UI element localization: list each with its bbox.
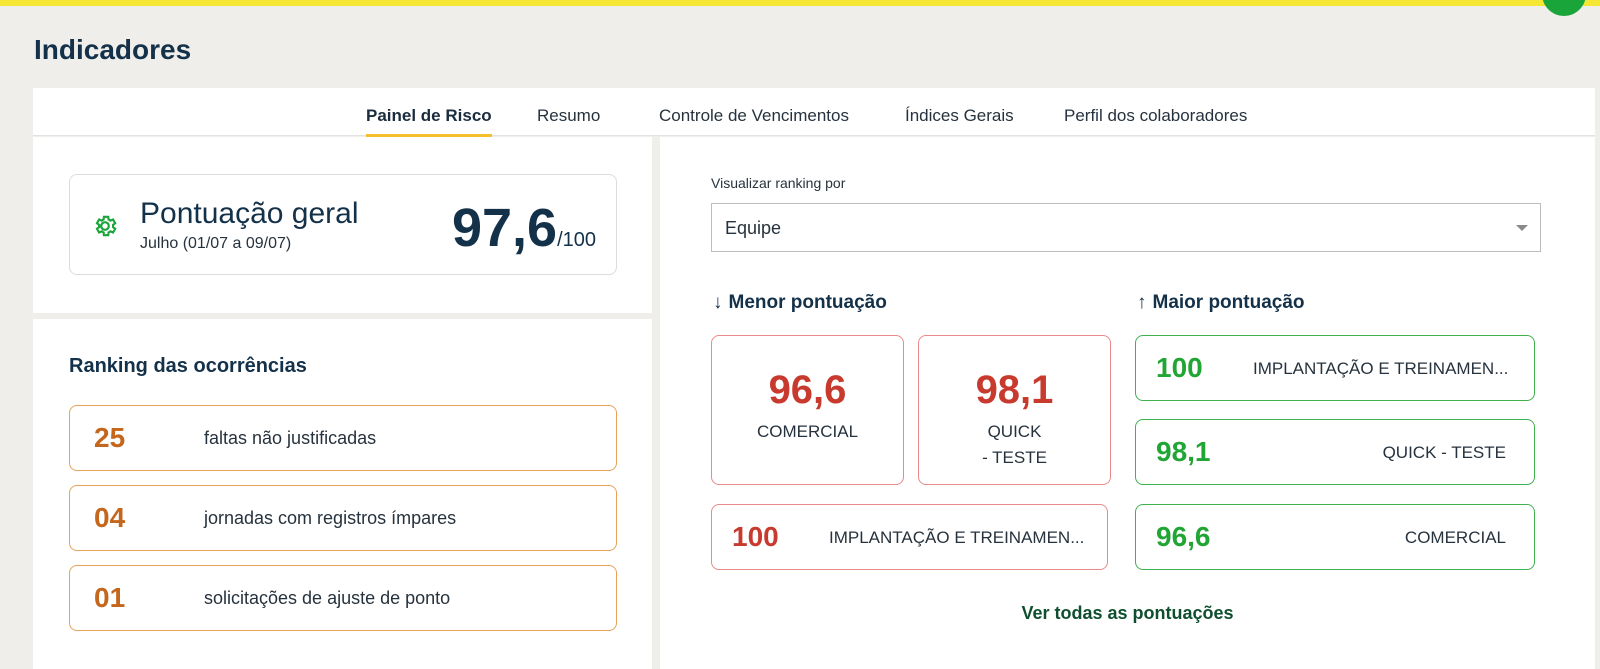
team-name-line: - TESTE	[982, 448, 1047, 467]
team-name-line: QUICK	[987, 422, 1042, 441]
team-name: QUICK - TESTE	[919, 419, 1110, 471]
ranking-view-selected: Equipe	[725, 218, 782, 238]
team-name: COMERCIAL	[756, 422, 859, 441]
chevron-down-icon	[1516, 225, 1528, 231]
team-score: 98,1	[1156, 436, 1211, 467]
occurrence-count: 04	[94, 502, 126, 533]
occurrence-item[interactable]: 04 jornadas com registros ímpares	[69, 485, 617, 551]
team-score: 96,6	[1156, 521, 1211, 552]
team-name: COMERCIAL	[1404, 528, 1506, 547]
tab-painel-de-risco[interactable]: Painel de Risco	[366, 106, 492, 137]
arrow-down-icon: ↓	[713, 292, 723, 313]
occurrence-text: faltas não justificadas	[204, 428, 377, 448]
overall-score-value: 97,6/100	[452, 197, 596, 259]
team-name: IMPLANTAÇÃO E TREINAMEN...	[1253, 359, 1509, 378]
occurrence-count: 25	[94, 422, 126, 453]
score-panel: Pontuação geral Julho (01/07 a 09/07) 97…	[33, 137, 652, 313]
overall-score-label: Pontuação geral	[140, 197, 359, 230]
ranking-view-select[interactable]: Equipe	[711, 203, 1541, 252]
tab-indices-gerais[interactable]: Índices Gerais	[905, 106, 1014, 134]
tab-perfil-dos-colaboradores[interactable]: Perfil dos colaboradores	[1064, 106, 1247, 134]
gear-icon	[95, 215, 117, 237]
team-score: 100	[732, 521, 779, 552]
overall-score-period: Julho (01/07 a 09/07)	[140, 235, 292, 252]
highest-score-label: Maior pontuação	[1152, 292, 1305, 313]
occurrence-text: solicitações de ajuste de ponto	[204, 588, 451, 608]
highest-score-row[interactable]: 98,1 QUICK - TESTE	[1135, 419, 1535, 485]
score-max: /100	[557, 229, 596, 251]
team-score: 96,6	[768, 368, 847, 412]
team-score: 98,1	[975, 368, 1054, 412]
occurrence-item[interactable]: 25 faltas não justificadas	[69, 405, 617, 471]
lowest-score-card[interactable]: 96,6 COMERCIAL	[711, 335, 904, 485]
ranking-title: Ranking das ocorrências	[69, 355, 307, 377]
team-name: QUICK - TESTE	[1382, 443, 1506, 462]
lowest-score-card[interactable]: 98,1 QUICK - TESTE	[918, 335, 1111, 485]
overall-score-card: Pontuação geral Julho (01/07 a 09/07) 97…	[69, 174, 617, 275]
lowest-score-label: Menor pontuação	[728, 292, 887, 313]
team-score: 100	[1156, 352, 1203, 383]
corner-badge[interactable]	[1542, 0, 1586, 16]
lowest-score-title: ↓ Menor pontuação	[713, 292, 887, 314]
arrow-up-icon: ↑	[1137, 292, 1147, 313]
score-number: 97,6	[451, 198, 558, 258]
tab-resumo[interactable]: Resumo	[537, 106, 600, 134]
highest-score-row[interactable]: 96,6 COMERCIAL	[1135, 504, 1535, 570]
tab-controle-de-vencimentos[interactable]: Controle de Vencimentos	[659, 106, 849, 134]
occurrence-text: jornadas com registros ímpares	[204, 508, 457, 528]
highest-score-row[interactable]: 100 IMPLANTAÇÃO E TREINAMEN...	[1135, 335, 1535, 401]
team-name: IMPLANTAÇÃO E TREINAMEN...	[829, 528, 1085, 547]
team-ranking-panel: Visualizar ranking por Equipe ↓ Menor pon…	[660, 137, 1595, 669]
page-title: Indicadores	[34, 34, 192, 65]
see-all-scores-link[interactable]: Ver todas as pontuações	[660, 603, 1595, 624]
lowest-score-row[interactable]: 100 IMPLANTAÇÃO E TREINAMEN...	[711, 504, 1108, 570]
occurrence-item[interactable]: 01 solicitações de ajuste de ponto	[69, 565, 617, 631]
highest-score-title: ↑ Maior pontuação	[1137, 292, 1305, 314]
tabs-bar: Painel de Risco Resumo Controle de Venci…	[33, 88, 1595, 137]
occurrence-count: 01	[94, 582, 126, 613]
ranking-view-label: Visualizar ranking por	[711, 175, 846, 191]
occurrence-ranking-panel: Ranking das ocorrências 25 faltas não ju…	[33, 319, 652, 669]
top-accent-bar	[0, 0, 1600, 6]
